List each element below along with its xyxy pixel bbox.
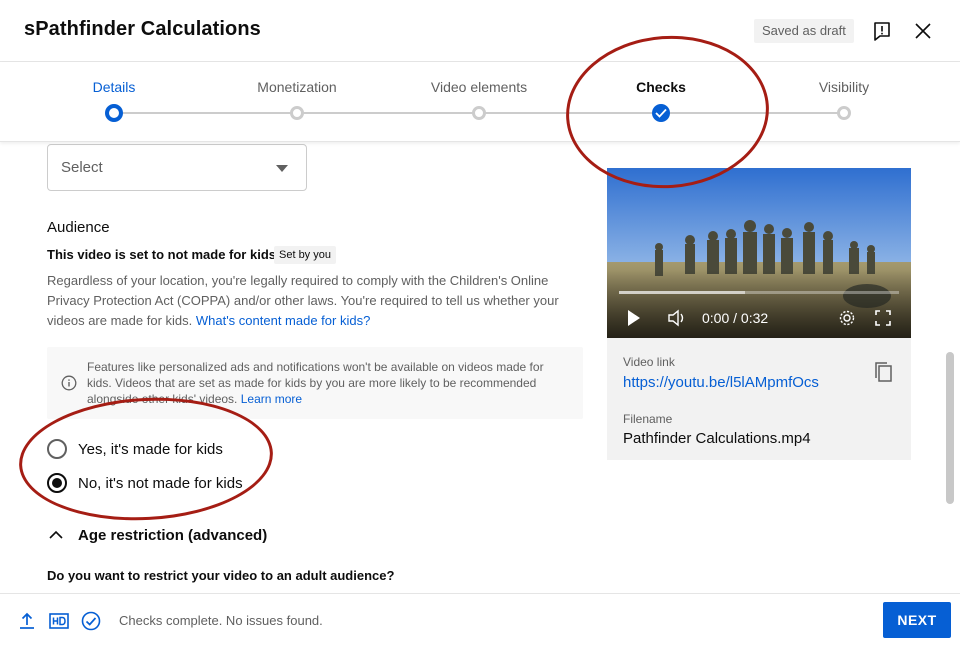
filename-value: Pathfinder Calculations.mp4 bbox=[623, 430, 811, 447]
chevron-up-icon bbox=[49, 530, 63, 539]
category-select[interactable]: Select bbox=[47, 144, 307, 191]
age-restriction-question: Do you want to restrict your video to an… bbox=[47, 568, 395, 583]
dialog-footer: Checks complete. No issues found. NEXT bbox=[0, 593, 960, 646]
kids-info-text: Features like personalized ads and notif… bbox=[87, 359, 567, 407]
video-link[interactable]: https://youtu.be/l5lAMpmfOcs bbox=[623, 374, 819, 391]
info-icon bbox=[61, 375, 77, 391]
audience-heading: Audience bbox=[47, 219, 110, 236]
video-progress-track[interactable] bbox=[619, 291, 899, 294]
check-icon bbox=[655, 108, 667, 118]
dialog-title: sPathfinder Calculations bbox=[24, 18, 261, 40]
step-checks-dot[interactable] bbox=[652, 104, 670, 122]
step-monetization-dot[interactable] bbox=[290, 106, 304, 120]
radio-button-unchecked[interactable] bbox=[47, 439, 67, 459]
step-monetization-label[interactable]: Monetization bbox=[257, 79, 336, 95]
step-visibility-dot[interactable] bbox=[837, 106, 851, 120]
radio-made-for-kids[interactable]: Yes, it's made for kids bbox=[47, 437, 223, 461]
fullscreen-icon[interactable] bbox=[874, 309, 892, 327]
saved-draft-badge: Saved as draft bbox=[754, 19, 854, 43]
caret-down-icon bbox=[276, 165, 288, 172]
checks-complete-icon[interactable] bbox=[81, 611, 101, 631]
next-button[interactable]: NEXT bbox=[883, 602, 951, 638]
upload-stepper: Details Monetization Video elements Chec… bbox=[0, 62, 960, 142]
content-for-kids-link[interactable]: What's content made for kids? bbox=[196, 313, 370, 328]
feedback-icon bbox=[874, 22, 890, 41]
audience-description: Regardless of your location, you're lega… bbox=[47, 271, 577, 331]
hd-icon[interactable] bbox=[49, 611, 69, 631]
set-by-badge: Set by you bbox=[274, 246, 336, 264]
step-details-dot[interactable] bbox=[105, 104, 123, 122]
copy-icon[interactable] bbox=[873, 361, 895, 383]
kids-info-body: Features like personalized ads and notif… bbox=[87, 360, 544, 406]
radio-made-for-kids-label: Yes, it's made for kids bbox=[78, 440, 223, 458]
radio-button-checked[interactable] bbox=[47, 473, 67, 493]
age-restriction-label: Age restriction (advanced) bbox=[78, 526, 268, 544]
settings-gear-icon[interactable] bbox=[838, 309, 856, 327]
step-video-elements-label[interactable]: Video elements bbox=[431, 79, 527, 95]
step-video-elements-dot[interactable] bbox=[472, 106, 486, 120]
video-preview[interactable]: 0:00 / 0:32 bbox=[607, 168, 911, 338]
volume-icon[interactable] bbox=[667, 309, 687, 327]
checks-status-text: Checks complete. No issues found. bbox=[119, 613, 323, 628]
video-time: 0:00 / 0:32 bbox=[702, 310, 769, 326]
radio-not-made-for-kids-label: No, it's not made for kids bbox=[78, 474, 243, 492]
feedback-button[interactable] bbox=[868, 17, 896, 45]
scrollbar-thumb[interactable] bbox=[946, 352, 954, 504]
close-button[interactable] bbox=[909, 17, 937, 45]
video-link-label: Video link bbox=[623, 355, 675, 369]
age-restriction-toggle[interactable]: Age restriction (advanced) bbox=[47, 525, 267, 545]
category-select-value: Select bbox=[61, 159, 103, 176]
audience-status: This video is set to not made for kids bbox=[47, 247, 276, 262]
kids-info-box: Features like personalized ads and notif… bbox=[47, 347, 583, 419]
play-icon[interactable] bbox=[626, 309, 642, 327]
upload-icon[interactable] bbox=[17, 611, 37, 631]
close-icon bbox=[915, 23, 931, 39]
learn-more-link[interactable]: Learn more bbox=[241, 392, 302, 406]
dialog-header: sPathfinder Calculations Saved as draft bbox=[0, 0, 960, 62]
video-progress-buffered bbox=[619, 291, 745, 294]
step-details-label[interactable]: Details bbox=[93, 79, 136, 95]
video-details-card: Video link https://youtu.be/l5lAMpmfOcs … bbox=[607, 338, 911, 460]
step-checks-label[interactable]: Checks bbox=[636, 79, 686, 95]
step-visibility-label[interactable]: Visibility bbox=[819, 79, 869, 95]
filename-label: Filename bbox=[623, 412, 673, 426]
radio-not-made-for-kids[interactable]: No, it's not made for kids bbox=[47, 471, 243, 495]
